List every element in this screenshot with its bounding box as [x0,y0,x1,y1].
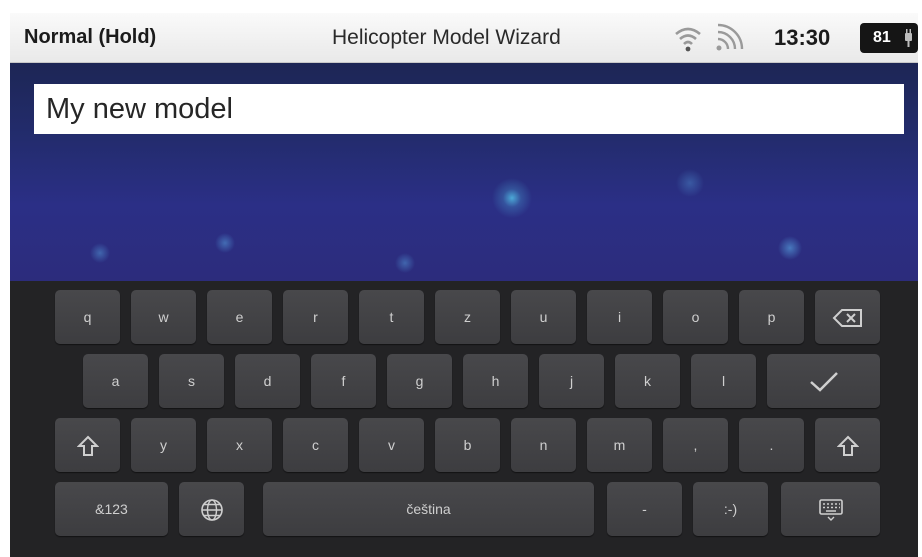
smiley-key[interactable]: :-) [693,482,768,536]
status-bar: Normal (Hold) Helicopter Model Wizard 13… [10,13,918,63]
clock: 13:30 [774,25,831,50]
key-q[interactable]: q [55,290,120,344]
key-o[interactable]: o [663,290,728,344]
key-w[interactable]: w [131,290,196,344]
globe-icon [200,499,223,522]
key-b[interactable]: b [435,418,500,472]
key-i[interactable]: i [587,290,652,344]
key-l[interactable]: l [691,354,756,408]
model-name-input[interactable] [34,84,904,134]
charging-icon [905,29,912,47]
shift-icon [76,435,99,457]
key-j[interactable]: j [539,354,604,408]
on-screen-keyboard: q w e r t z u i o p a s d f g h j k l y … [10,281,918,557]
keyboard-hide-icon [818,499,843,522]
signal-icon [716,23,744,51]
key-c[interactable]: c [283,418,348,472]
key-p[interactable]: p [739,290,804,344]
key-a[interactable]: a [83,354,148,408]
key-d[interactable]: d [235,354,300,408]
flight-mode-label: Normal (Hold) [24,26,157,48]
space-key[interactable]: čeština [263,482,594,536]
shift-key-right[interactable] [815,418,880,472]
key-k[interactable]: k [615,354,680,408]
screen: Normal (Hold) Helicopter Model Wizard 13… [10,13,918,557]
shift-icon [836,435,859,457]
language-key[interactable] [179,482,244,536]
shift-key-left[interactable] [55,418,120,472]
key-v[interactable]: v [359,418,424,472]
battery-icon: 81 [860,23,918,53]
symbols-key[interactable]: &123 [55,482,168,536]
key-period[interactable]: . [739,418,804,472]
key-comma[interactable]: , [663,418,728,472]
key-dash[interactable]: - [607,482,682,536]
key-t[interactable]: t [359,290,424,344]
key-m[interactable]: m [587,418,652,472]
key-h[interactable]: h [463,354,528,408]
hide-keyboard-key[interactable] [781,482,880,536]
key-u[interactable]: u [511,290,576,344]
key-n[interactable]: n [511,418,576,472]
battery-level: 81 [873,29,891,46]
key-e[interactable]: e [207,290,272,344]
key-r[interactable]: r [283,290,348,344]
backspace-key[interactable] [815,290,880,344]
key-s[interactable]: s [159,354,224,408]
backspace-icon [832,309,862,328]
checkmark-icon [809,372,838,393]
key-x[interactable]: x [207,418,272,472]
key-g[interactable]: g [387,354,452,408]
key-f[interactable]: f [311,354,376,408]
enter-key[interactable] [767,354,880,408]
key-y[interactable]: y [131,418,196,472]
key-z[interactable]: z [435,290,500,344]
wizard-title: Helicopter Model Wizard [332,26,561,49]
wifi-icon [675,27,701,52]
